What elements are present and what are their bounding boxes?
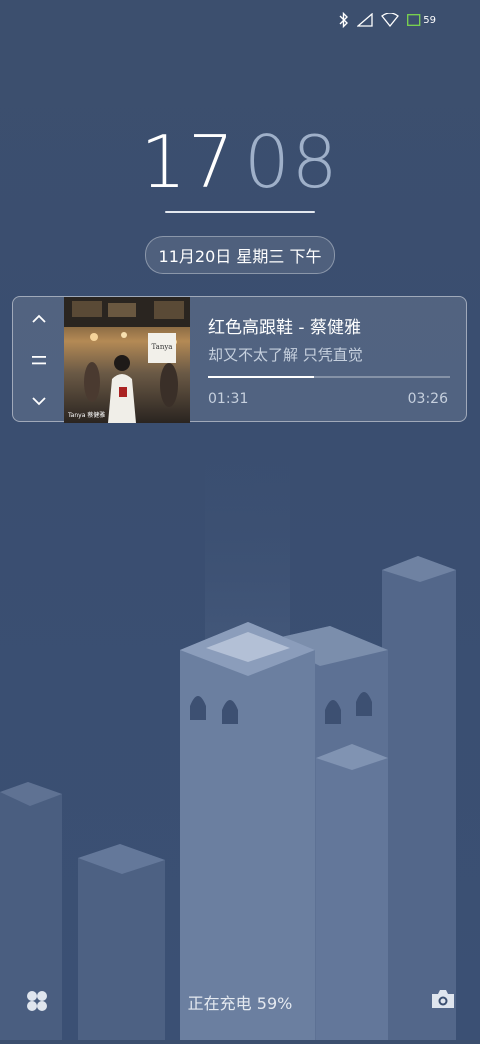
battery-icon: 59 xyxy=(407,14,436,26)
total-time: 03:26 xyxy=(407,391,448,407)
charging-status: 正在充电 59% xyxy=(187,994,293,1013)
chevron-up-icon xyxy=(32,314,46,323)
bluetooth-icon xyxy=(339,12,349,28)
next-track-button[interactable] xyxy=(27,389,51,413)
music-player-card[interactable]: Tanya Tanya 蔡健雅 红色高跟鞋 - 蔡健雅 却又不太了解 只凭直觉 … xyxy=(12,296,467,423)
date-text: 11月20日 星期三 下午 xyxy=(158,247,322,266)
cover-subtitle-text: Tanya 蔡健雅 xyxy=(67,411,105,419)
signal-icon xyxy=(357,13,373,27)
album-cover-image: Tanya Tanya 蔡健雅 xyxy=(64,297,190,423)
clock-hours: 17 xyxy=(140,120,236,204)
elapsed-time: 01:31 xyxy=(208,391,249,407)
song-title: 红色高跟鞋 - 蔡健雅 xyxy=(208,318,361,338)
clock-minutes: 08 xyxy=(244,120,340,204)
clock-underline xyxy=(165,211,315,213)
progress-bar[interactable] xyxy=(208,376,450,378)
previous-track-button[interactable] xyxy=(27,307,51,331)
wallpaper-illustration xyxy=(0,430,480,1040)
status-bar: 59 xyxy=(339,10,436,30)
lyric-line: 却又不太了解 只凭直觉 xyxy=(208,346,363,364)
camera-button[interactable] xyxy=(430,988,456,1014)
pause-button[interactable] xyxy=(27,348,51,372)
battery-level-text: 59 xyxy=(423,14,436,26)
camera-icon xyxy=(432,990,454,1008)
album-cover[interactable]: Tanya Tanya 蔡健雅 xyxy=(64,297,190,423)
chevron-down-icon xyxy=(32,397,46,406)
date-pill[interactable]: 11月20日 星期三 下午 xyxy=(145,236,335,274)
wifi-icon xyxy=(381,13,400,27)
progress-fill xyxy=(208,376,315,378)
pause-icon xyxy=(32,356,46,365)
cover-title-text: Tanya xyxy=(152,343,173,351)
lockscreen-clock: 17 08 xyxy=(0,120,480,204)
